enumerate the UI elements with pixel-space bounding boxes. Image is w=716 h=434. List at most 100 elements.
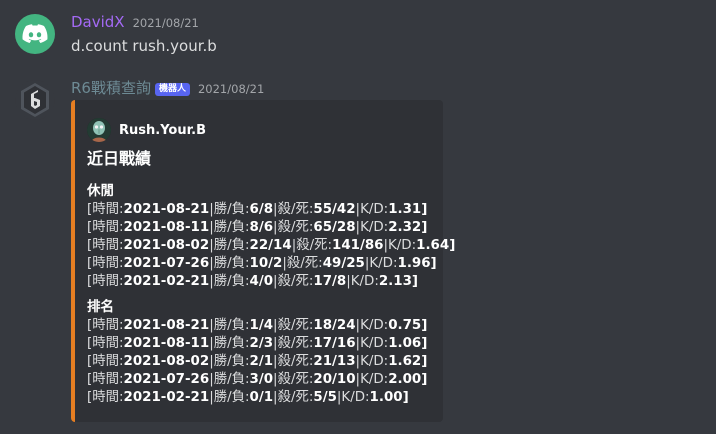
win-loss-label: 勝/負: [213, 318, 250, 333]
kills-deaths-value: 5/5 [313, 390, 337, 405]
stat-row: [時間:2021-08-21|勝/負:6/8|殺/死:55/42|K/D:1.3… [87, 201, 455, 219]
bracket-close: ] [411, 274, 419, 289]
bot-username[interactable]: R6戰積查詢 [71, 79, 151, 97]
time-label: 時間: [92, 220, 124, 235]
kills-deaths-label: 殺/死: [277, 336, 314, 351]
discord-logo-icon [22, 24, 48, 43]
stat-row: [時間:2021-08-11|勝/負:2/3|殺/死:17/16|K/D:1.0… [87, 335, 427, 353]
win-loss-value: 1/4 [249, 318, 274, 333]
win-loss-value: 22/14 [249, 238, 292, 253]
bracket-close: ] [421, 220, 428, 235]
message-header: DavidX 2021/08/21 [71, 12, 199, 33]
squidward-avatar-icon[interactable] [87, 118, 111, 142]
kills-deaths-value: 20/10 [313, 372, 356, 387]
win-loss-label: 勝/負: [213, 274, 250, 289]
stat-row: [時間:2021-08-21|勝/負:1/4|殺/死:18/24|K/D:0.7… [87, 317, 427, 335]
win-loss-value: 8/6 [249, 220, 274, 235]
match-date: 2021-08-02 [123, 354, 210, 369]
kills-deaths-label: 殺/死: [277, 372, 314, 387]
match-date: 2021-02-21 [123, 390, 210, 405]
match-date: 2021-08-21 [123, 202, 210, 217]
win-loss-value: 0/1 [249, 390, 274, 405]
kills-deaths-label: 殺/死: [277, 354, 314, 369]
stat-row: [時間:2021-07-26|勝/負:3/0|殺/死:20/10|K/D:2.0… [87, 371, 427, 389]
match-date: 2021-08-11 [123, 220, 210, 235]
kd-label: K/D: [350, 274, 379, 289]
embed-author-name[interactable]: Rush.Your.B [119, 123, 206, 138]
kills-deaths-value: 65/28 [313, 220, 356, 235]
user-avatar[interactable] [15, 14, 55, 54]
win-loss-label: 勝/負: [213, 336, 250, 351]
kills-deaths-label: 殺/死: [277, 274, 314, 289]
kd-value: 1.96 [397, 256, 431, 271]
bracket-close: ] [449, 238, 456, 253]
time-label: 時間: [92, 256, 124, 271]
rainbow-six-logo-icon [21, 83, 49, 117]
kd-label: K/D: [388, 238, 417, 253]
win-loss-label: 勝/負: [213, 202, 250, 217]
match-date: 2021-02-21 [123, 274, 210, 289]
stat-row: [時間:2021-02-21|勝/負:4/0|殺/死:17/8|K/D:2.13… [87, 273, 455, 291]
kd-label: K/D: [360, 354, 389, 369]
kd-value: 1.31 [388, 202, 422, 217]
kills-deaths-label: 殺/死: [277, 390, 314, 405]
kd-value: 1.64 [416, 238, 450, 253]
stats-embed: Rush.Your.B 近日戰績 休閒 [時間:2021-08-21|勝/負:6… [71, 100, 455, 422]
kd-value: 1.62 [388, 354, 422, 369]
kills-deaths-value: 17/8 [313, 274, 347, 289]
timestamp: 2021/08/21 [132, 16, 199, 30]
kd-label: K/D: [360, 318, 389, 333]
field-rows: [時間:2021-08-21|勝/負:1/4|殺/死:18/24|K/D:0.7… [87, 317, 427, 407]
kd-label: K/D: [341, 390, 370, 405]
kills-deaths-value: 55/42 [313, 202, 356, 217]
kd-label: K/D: [360, 372, 389, 387]
kills-deaths-label: 殺/死: [277, 220, 314, 235]
kd-value: 0.75 [388, 318, 422, 333]
time-label: 時間: [92, 336, 124, 351]
kills-deaths-label: 殺/死: [277, 318, 314, 333]
stat-row: [時間:2021-08-11|勝/負:8/6|殺/死:65/28|K/D:2.3… [87, 219, 455, 237]
field-rows: [時間:2021-08-21|勝/負:6/8|殺/死:55/42|K/D:1.3… [87, 201, 455, 291]
match-date: 2021-07-26 [123, 256, 210, 271]
bracket-close: ] [402, 390, 409, 405]
match-date: 2021-08-02 [123, 238, 210, 253]
time-label: 時間: [92, 318, 124, 333]
kd-label: K/D: [360, 220, 389, 235]
bracket-close: ] [421, 318, 428, 333]
timestamp: 2021/08/21 [197, 82, 265, 96]
kills-deaths-value: 141/86 [332, 238, 384, 253]
win-loss-label: 勝/負: [213, 238, 250, 253]
win-loss-label: 勝/負: [213, 256, 250, 271]
kills-deaths-value: 18/24 [313, 318, 356, 333]
time-label: 時間: [92, 238, 124, 253]
bracket-close: ] [421, 336, 428, 351]
bot-avatar[interactable] [15, 80, 55, 120]
time-label: 時間: [92, 372, 124, 387]
win-loss-value: 4/0 [249, 274, 274, 289]
kd-label: K/D: [360, 336, 389, 351]
win-loss-value: 3/0 [249, 372, 274, 387]
win-loss-value: 2/3 [249, 336, 274, 351]
kills-deaths-label: 殺/死: [286, 256, 323, 271]
time-label: 時間: [92, 354, 124, 369]
username[interactable]: DavidX [71, 13, 125, 31]
bracket-close: ] [421, 202, 428, 217]
win-loss-value: 10/2 [249, 256, 283, 271]
kills-deaths-value: 21/13 [313, 354, 356, 369]
match-date: 2021-07-26 [123, 372, 210, 387]
stat-row: [時間:2021-08-02|勝/負:2/1|殺/死:21/13|K/D:1.6… [87, 353, 427, 371]
win-loss-label: 勝/負: [213, 354, 250, 369]
kd-value: 1.06 [388, 336, 422, 351]
kd-label: K/D: [369, 256, 398, 271]
stat-row: [時間:2021-02-21|勝/負:0/1|殺/死:5/5|K/D:1.00] [87, 389, 427, 407]
field-name: 休閒 [87, 183, 114, 199]
kd-value: 2.32 [388, 220, 422, 235]
kd-value: 2.13 [378, 274, 412, 289]
bracket-close: ] [430, 256, 437, 271]
time-label: 時間: [92, 274, 124, 289]
kills-deaths-value: 49/25 [322, 256, 365, 271]
field-name: 排名 [87, 299, 114, 315]
field-casual: 休閒 [時間:2021-08-21|勝/負:6/8|殺/死:55/42|K/D:… [87, 182, 455, 291]
win-loss-label: 勝/負: [213, 390, 250, 405]
time-label: 時間: [92, 202, 124, 217]
